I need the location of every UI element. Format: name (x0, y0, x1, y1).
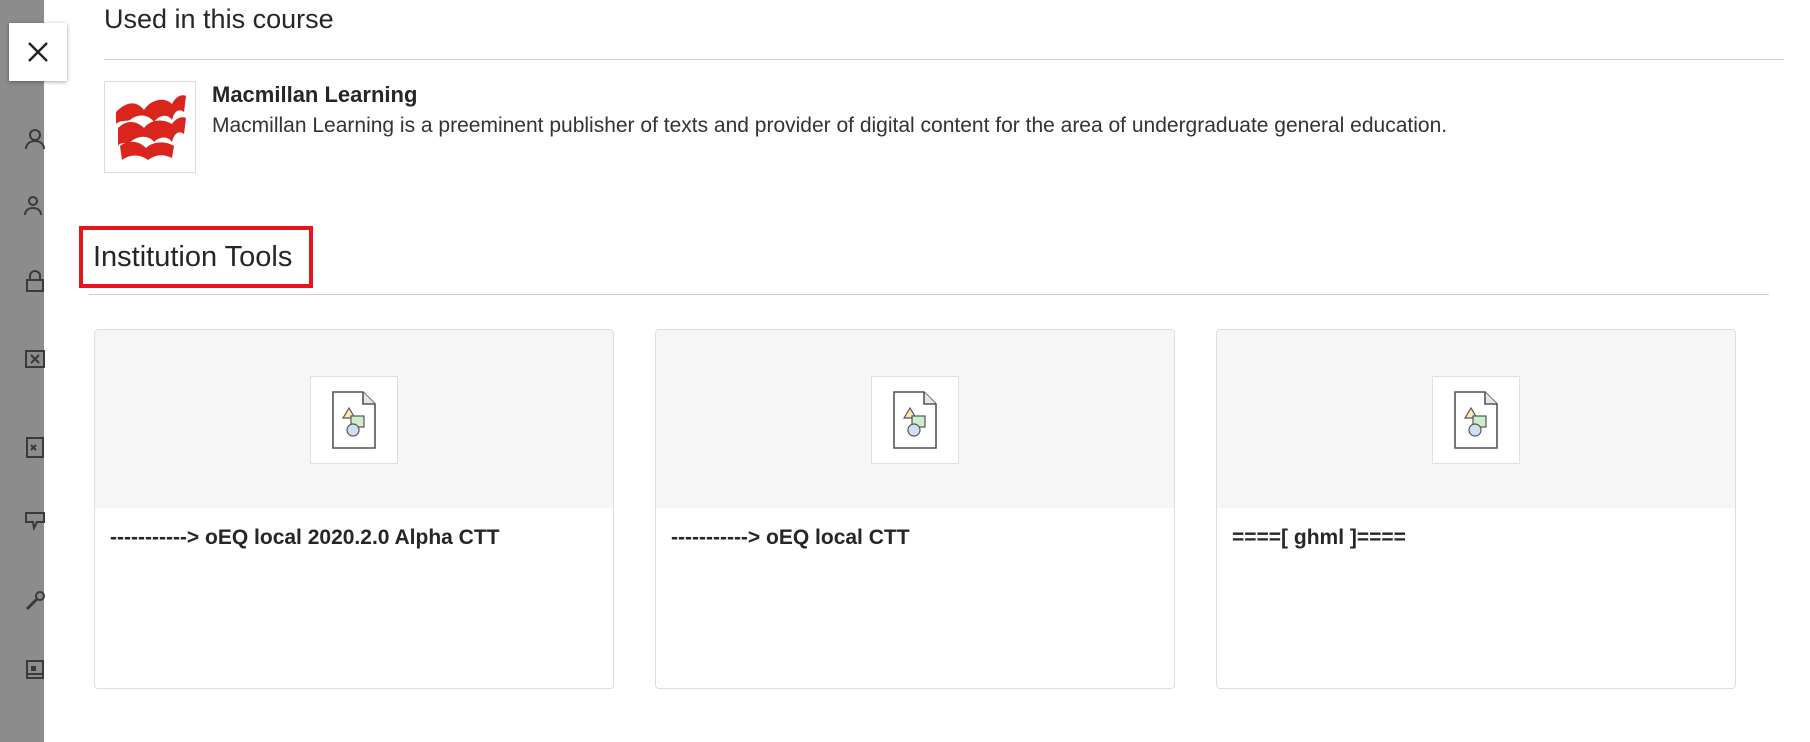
tool-card-title: -----------> oEQ local CTT (671, 526, 910, 549)
card-thumbnail-area (1217, 330, 1735, 508)
card-thumbnail-area (656, 330, 1174, 508)
badge-icon (24, 510, 46, 532)
used-in-course-heading: Used in this course (104, 4, 334, 34)
section-divider (104, 59, 1784, 60)
generic-file-icon (1432, 376, 1520, 464)
macmillan-logo[interactable] (104, 81, 196, 173)
lock-icon (24, 270, 46, 292)
institution-tools-heading: Institution Tools (79, 226, 313, 288)
tool-icon (24, 590, 46, 612)
calendar-icon (24, 658, 46, 680)
tool-card-title: ====[ ghml ]==== (1232, 526, 1406, 549)
macmillan-logo-icon (116, 95, 186, 160)
card-thumbnail-area (95, 330, 613, 508)
tool-card[interactable]: -----------> oEQ local 2020.2.0 Alpha CT… (94, 329, 614, 689)
close-button[interactable] (9, 23, 67, 81)
user-icon (24, 128, 46, 150)
tool-card[interactable]: -----------> oEQ local CTT (655, 329, 1175, 689)
section-divider (89, 294, 1769, 295)
users-icon (24, 195, 46, 217)
nav-rail (0, 0, 46, 742)
tool-card-title: -----------> oEQ local 2020.2.0 Alpha CT… (110, 526, 500, 549)
provider-description: Macmillan Learning is a preeminent publi… (212, 114, 1448, 137)
gradebook-icon (24, 436, 46, 458)
generic-file-icon (871, 376, 959, 464)
provider-name[interactable]: Macmillan Learning (212, 82, 417, 108)
close-icon (26, 40, 50, 64)
generic-file-icon (310, 376, 398, 464)
tool-card[interactable]: ====[ ghml ]==== (1216, 329, 1736, 689)
formula-icon (24, 348, 46, 370)
institution-tools-title: Institution Tools (93, 240, 293, 273)
page: Used in this course Macmillan Learning M… (0, 0, 1810, 742)
